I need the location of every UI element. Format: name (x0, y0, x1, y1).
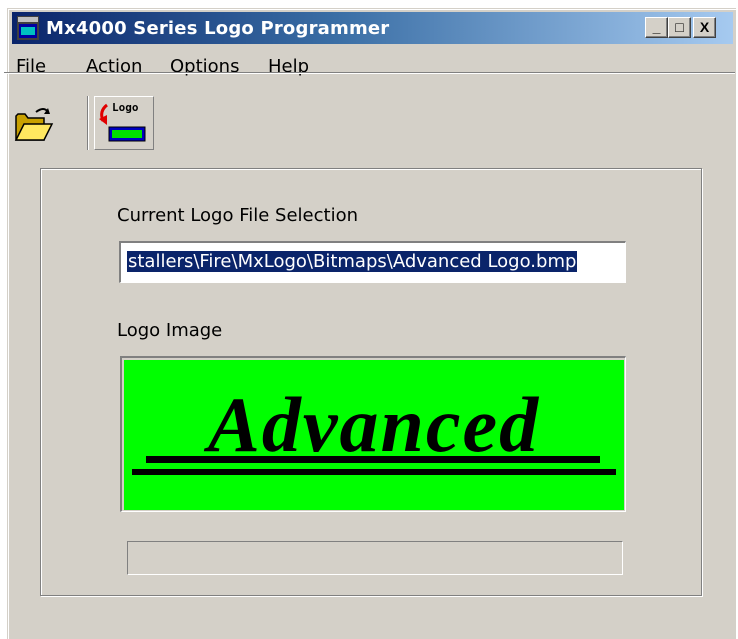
logo-icon-text: Logo (112, 101, 139, 114)
progress-bar (127, 541, 623, 575)
toolbar-divider (4, 72, 735, 74)
logo-program-icon: Logo (99, 101, 146, 142)
file-selection-label: Current Logo File Selection (117, 205, 359, 226)
logo-file-field[interactable]: stallers\Fire\MxLogo\Bitmaps\Advanced Lo… (119, 241, 626, 283)
title-bar[interactable]: Mx4000 Series Logo Programmer _ □ X (12, 12, 733, 44)
logo-image-label: Logo Image (117, 320, 223, 341)
app-icon (17, 16, 39, 40)
logo-underline-2 (132, 469, 616, 475)
menu-bar: File Action Options Help (12, 49, 733, 79)
maximize-button[interactable]: □ (668, 17, 691, 38)
minimize-button[interactable]: _ (645, 17, 668, 38)
program-logo-button[interactable]: Logo (94, 96, 154, 150)
toolbar-separator (87, 96, 89, 150)
logo-underline-1 (146, 456, 600, 463)
logo-file-path: stallers\Fire\MxLogo\Bitmaps\Advanced Lo… (127, 251, 578, 272)
window-title: Mx4000 Series Logo Programmer (46, 18, 390, 39)
logo-image-frame: Advanced (120, 356, 626, 512)
open-folder-icon[interactable] (14, 104, 54, 144)
close-button[interactable]: X (693, 17, 716, 38)
logo-image: Advanced (124, 360, 624, 510)
